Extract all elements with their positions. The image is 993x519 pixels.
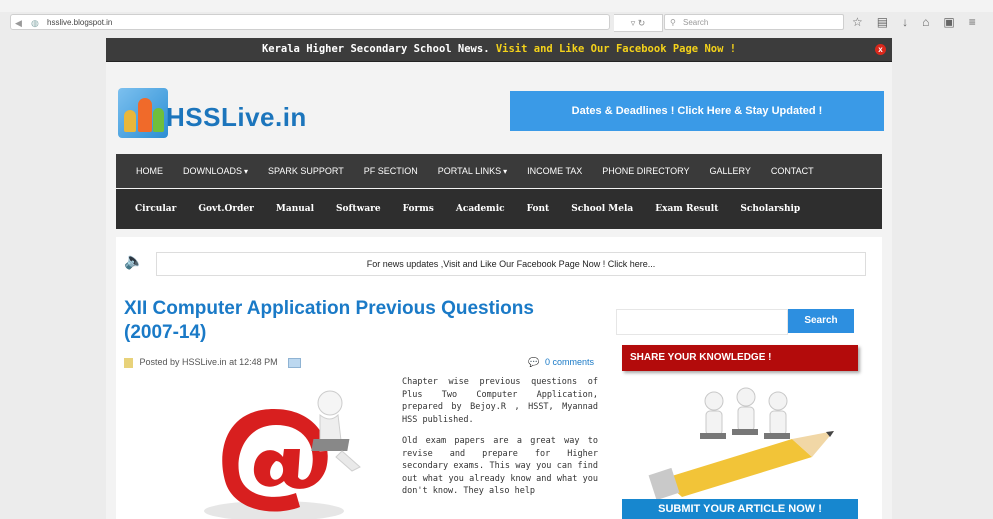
comments-count: 0 comments bbox=[544, 357, 594, 367]
reload-button[interactable]: ▿ ↻ bbox=[614, 14, 663, 32]
post-paragraph: Chapter wise previous questions of Plus … bbox=[402, 377, 598, 425]
logo-text[interactable]: HSSLive.in bbox=[166, 102, 307, 133]
browser-search-input[interactable]: ⚲ Search bbox=[664, 14, 844, 30]
url-bar[interactable]: ◀ ◍ hsslive.blogspot.in bbox=[10, 14, 610, 30]
notice-bar[interactable]: Kerala Higher Secondary School News. Vis… bbox=[106, 38, 892, 63]
post-body: Chapter wise previous questions of Plus … bbox=[402, 376, 598, 507]
dates-banner[interactable]: Dates & Deadlines ! Click Here & Stay Up… bbox=[510, 91, 884, 131]
nav-gallery[interactable]: GALLERY bbox=[699, 166, 760, 176]
clipboard-icon[interactable]: ▤ bbox=[877, 14, 888, 30]
nav-software[interactable]: Software bbox=[325, 204, 392, 214]
nav-scholarship[interactable]: Scholarship bbox=[729, 204, 811, 214]
email-icon[interactable] bbox=[288, 357, 302, 368]
nav-downloads[interactable]: DOWNLOADS bbox=[173, 166, 258, 176]
browser-toolbar: ☆ ▤ ↓ ⌂ ▣ ≡ bbox=[852, 14, 976, 30]
sidebar-search-button[interactable]: Search bbox=[788, 309, 854, 333]
browser-search-placeholder: Search bbox=[683, 18, 709, 27]
home-icon[interactable]: ⌂ bbox=[922, 14, 929, 30]
nav-manual[interactable]: Manual bbox=[265, 204, 325, 214]
nav-home[interactable]: HOME bbox=[126, 166, 173, 176]
pencil-people-icon bbox=[622, 379, 858, 519]
nav-pf-section[interactable]: PF SECTION bbox=[354, 166, 428, 176]
nav-govt-order[interactable]: Govt.Order bbox=[187, 204, 265, 214]
post-image bbox=[124, 379, 396, 519]
speaker-icon: 🔈 bbox=[124, 253, 144, 270]
download-icon[interactable]: ↓ bbox=[902, 14, 908, 30]
site-header: HSSLive.in Dates & Deadlines ! Click Her… bbox=[106, 62, 892, 152]
post-title[interactable]: XII Computer Application Previous Questi… bbox=[124, 297, 584, 345]
addon-icon[interactable]: ▣ bbox=[943, 14, 954, 30]
nav-circular[interactable]: Circular bbox=[124, 204, 187, 214]
content-panel: 🔈 For news updates ,Visit and Like Our F… bbox=[116, 237, 882, 519]
dropdown-icon: ▿ bbox=[630, 18, 636, 28]
url-text: hsslive.blogspot.in bbox=[47, 18, 113, 27]
nav-income-tax[interactable]: INCOME TAX bbox=[517, 166, 592, 176]
primary-nav: HOME DOWNLOADS SPARK SUPPORT PF SECTION … bbox=[116, 154, 882, 188]
star-icon[interactable]: ☆ bbox=[852, 14, 863, 30]
nav-forms[interactable]: Forms bbox=[392, 204, 445, 214]
comments-link[interactable]: 💬 0 comments bbox=[528, 357, 594, 368]
reload-icon: ↻ bbox=[637, 18, 646, 28]
post-byline: Posted by HSSLive.in at 12:48 PM bbox=[139, 357, 278, 367]
post-paragraph: Old exam papers are a great way to revis… bbox=[402, 436, 598, 496]
post-meta: Posted by HSSLive.in at 12:48 PM 💬 0 com… bbox=[124, 357, 594, 371]
secondary-nav: Circular Govt.Order Manual Software Form… bbox=[116, 189, 882, 229]
nav-spark-support[interactable]: SPARK SUPPORT bbox=[258, 166, 354, 176]
submit-article-button[interactable]: SUBMIT YOUR ARTICLE NOW ! bbox=[622, 499, 858, 519]
page-container: HSSLive.in Dates & Deadlines ! Click Her… bbox=[106, 62, 892, 519]
close-icon[interactable]: x bbox=[875, 44, 886, 55]
document-icon bbox=[124, 357, 133, 368]
logo-icon[interactable] bbox=[118, 88, 168, 138]
nav-academic[interactable]: Academic bbox=[445, 204, 516, 214]
nav-font[interactable]: Font bbox=[516, 204, 561, 214]
sidebar-search-input[interactable] bbox=[616, 309, 788, 335]
comment-icon: 💬 bbox=[528, 357, 540, 367]
nav-phone-directory[interactable]: PHONE DIRECTORY bbox=[592, 166, 699, 176]
at-symbol-figure-icon bbox=[204, 390, 361, 519]
share-knowledge-header: SHARE YOUR KNOWLEDGE ! bbox=[622, 345, 858, 371]
nav-exam-result[interactable]: Exam Result bbox=[644, 204, 729, 214]
nav-school-mela[interactable]: School Mela bbox=[560, 204, 644, 214]
news-ticker[interactable]: For news updates ,Visit and Like Our Fac… bbox=[156, 252, 866, 276]
notice-text: Kerala Higher Secondary School News. bbox=[261, 43, 490, 55]
browser-titlebar bbox=[0, 0, 993, 12]
back-icon[interactable]: ◀ bbox=[15, 15, 22, 31]
search-icon: ⚲ bbox=[670, 18, 676, 27]
nav-portal-links[interactable]: PORTAL LINKS bbox=[428, 166, 517, 176]
notice-link[interactable]: Visit and Like Our Facebook Page Now ! bbox=[496, 43, 736, 55]
menu-icon[interactable]: ≡ bbox=[969, 14, 976, 30]
submit-article-banner[interactable]: SUBMIT YOUR ARTICLE NOW ! bbox=[622, 379, 858, 519]
nav-contact[interactable]: CONTACT bbox=[761, 166, 824, 176]
site-icon: ◍ bbox=[31, 18, 39, 28]
